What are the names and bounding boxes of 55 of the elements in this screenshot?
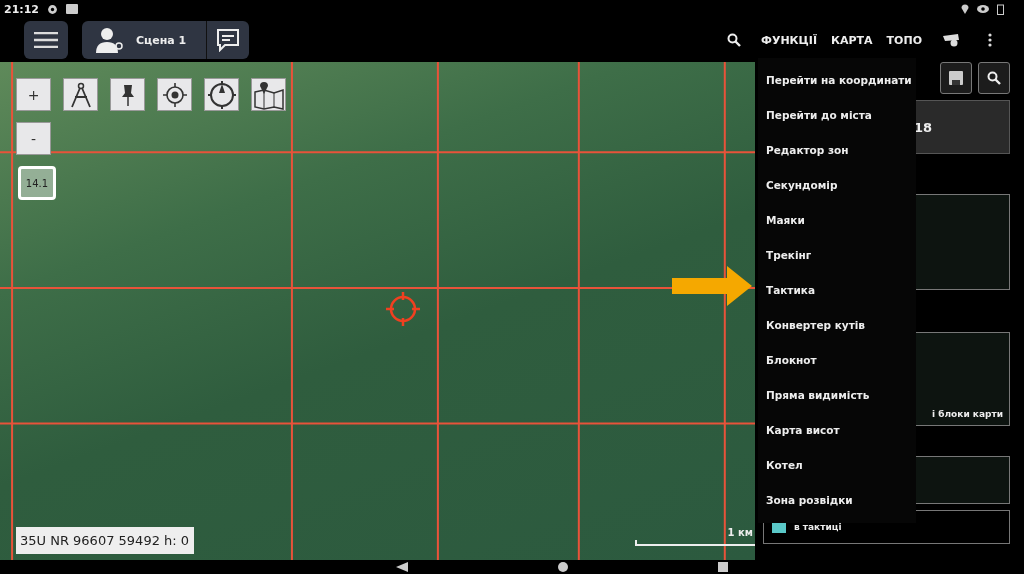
- zoom-in-button[interactable]: +: [16, 78, 51, 111]
- menu-item[interactable]: Карта висот: [758, 412, 916, 447]
- annotation-arrow-icon: [672, 266, 752, 306]
- coordinates-label: 35U NR 96607 59492 h: 0: [16, 527, 194, 554]
- drawing-compass-icon: [68, 81, 93, 108]
- back-icon[interactable]: [396, 562, 408, 572]
- eye-icon: [977, 5, 989, 13]
- image-icon: [66, 4, 78, 14]
- checkbox-label: в тактиці: [794, 522, 842, 532]
- orientation-button[interactable]: [204, 78, 239, 111]
- zoom-level: 14.1: [25, 177, 49, 189]
- menu-item[interactable]: Перейти до міста: [758, 97, 916, 132]
- pin-tool-button[interactable]: [110, 78, 145, 111]
- menu-item[interactable]: Перейти на координати: [758, 62, 916, 97]
- compass-icon: [207, 80, 236, 109]
- menu-item[interactable]: Тактика: [758, 272, 916, 307]
- satellite-map[interactable]: + - 14.1 35U NR 96607 59492 h: 0 1 км: [0, 62, 755, 560]
- crosshair-icon: [386, 292, 420, 326]
- menu-tab[interactable]: ФУНКЦІЇ: [761, 33, 817, 47]
- menu-item[interactable]: Котел: [758, 447, 916, 482]
- menu-item[interactable]: Трекінг: [758, 237, 916, 272]
- more-options-icon[interactable]: [988, 33, 992, 47]
- chat-icon: [216, 28, 241, 52]
- search-icon[interactable]: [727, 33, 741, 47]
- home-icon[interactable]: [558, 562, 568, 572]
- menu-tab[interactable]: КАРТА: [831, 33, 873, 47]
- zoom-out-button[interactable]: -: [16, 122, 51, 155]
- user-key-icon: [96, 27, 124, 53]
- menu-tab[interactable]: ТОПО: [886, 33, 922, 47]
- folded-map-pin-icon: [253, 79, 284, 110]
- menu-item[interactable]: Маяки: [758, 202, 916, 237]
- menu-icon: [34, 32, 58, 48]
- menu-button[interactable]: [24, 21, 68, 59]
- menu-item[interactable]: Пряма видимість: [758, 377, 916, 412]
- layers-label: і блоки карти: [932, 409, 1003, 419]
- menu-item[interactable]: Конвертер кутів: [758, 307, 916, 342]
- menu-item[interactable]: Редактор зон: [758, 132, 916, 167]
- location-pin-icon: [961, 4, 969, 14]
- status-time: 21:12: [4, 2, 39, 16]
- save-button[interactable]: [940, 62, 972, 94]
- scale-bar-icon: [635, 540, 755, 546]
- pushpin-icon: [121, 83, 134, 106]
- search-icon: [987, 71, 1001, 85]
- target-button[interactable]: [157, 78, 192, 111]
- scale-label: 1 км: [727, 527, 754, 538]
- map-places-button[interactable]: [251, 78, 286, 111]
- menu-item[interactable]: Зона розвідки: [758, 482, 916, 517]
- target-icon: [162, 82, 187, 107]
- menu-item[interactable]: Блокнот: [758, 342, 916, 377]
- compass-tool-button[interactable]: [63, 78, 98, 111]
- search-button[interactable]: [978, 62, 1010, 94]
- field-value: 18: [914, 119, 933, 135]
- gear-icon: [47, 3, 58, 15]
- menu-item[interactable]: Секундомір: [758, 167, 916, 202]
- battery-icon: [997, 3, 1004, 15]
